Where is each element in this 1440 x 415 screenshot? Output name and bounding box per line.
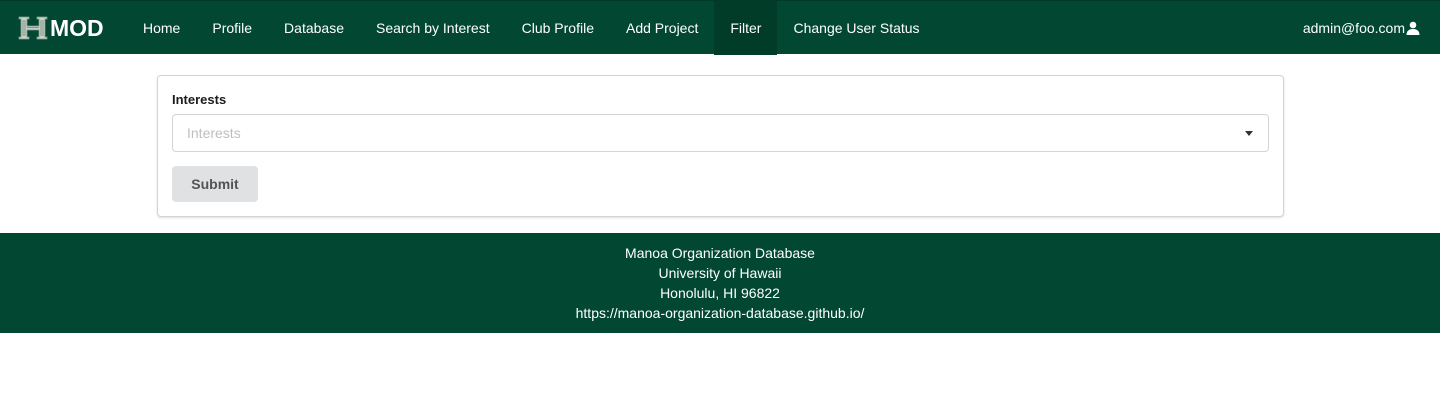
brand-text: MOD — [50, 15, 104, 41]
nav-menu: Home Profile Database Search by Interest… — [127, 1, 936, 55]
nav-item-profile[interactable]: Profile — [196, 1, 268, 55]
interests-label: Interests — [172, 92, 227, 107]
uh-h-logo-icon — [17, 16, 49, 40]
user-menu[interactable]: admin@foo.com — [1303, 1, 1420, 55]
brand-home-link[interactable]: MOD — [16, 14, 104, 42]
interests-placeholder: Interests — [187, 125, 241, 141]
user-icon — [1406, 21, 1420, 35]
nav-item-database[interactable]: Database — [268, 1, 360, 55]
filter-form-card: Interests Interests Submit — [157, 75, 1284, 217]
footer: Manoa Organization Database University o… — [0, 233, 1440, 333]
user-email: admin@foo.com — [1302, 20, 1405, 36]
nav-item-filter[interactable]: Filter — [714, 1, 778, 55]
nav-item-change-user-status[interactable]: Change User Status — [777, 1, 935, 55]
nav-item-club-profile[interactable]: Club Profile — [506, 1, 610, 55]
footer-address: Honolulu, HI 96822 — [660, 285, 780, 301]
footer-url: https://manoa-organization-database.gith… — [575, 305, 865, 321]
nav-item-add-project[interactable]: Add Project — [610, 1, 714, 55]
interests-dropdown[interactable]: Interests — [172, 114, 1269, 152]
footer-title: Manoa Organization Database — [625, 245, 815, 261]
caret-down-icon — [1245, 131, 1253, 136]
nav-item-search-by-interest[interactable]: Search by Interest — [360, 1, 506, 55]
footer-university: University of Hawaii — [658, 265, 782, 281]
submit-button[interactable]: Submit — [172, 166, 258, 202]
nav-item-home[interactable]: Home — [127, 1, 196, 55]
top-navbar: MOD Home Profile Database Search by Inte… — [0, 0, 1440, 55]
